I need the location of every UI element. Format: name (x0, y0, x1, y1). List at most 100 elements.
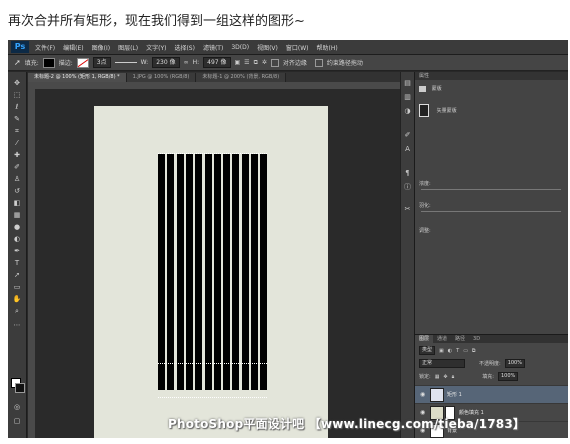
path-anchor-row (158, 397, 268, 401)
filter-type-icon[interactable]: T (456, 348, 459, 354)
tab-document-3[interactable]: 未标题-1 @ 200% (背景, RGB/8) (196, 73, 287, 82)
zoom-tool-icon[interactable]: ⌕ (12, 308, 22, 315)
rectangle-bar[interactable] (260, 154, 268, 390)
path-arrange-icon[interactable]: ⧉ (254, 59, 258, 67)
tab-document-1[interactable]: 未标题-2 @ 100% (矩形 1, RGB/8) * (28, 73, 127, 82)
history-panel-icon[interactable]: ▤ (403, 80, 412, 87)
eraser-tool-icon[interactable]: ◧ (12, 200, 22, 207)
fill-field[interactable]: 100% (497, 372, 519, 381)
path-anchor-row (158, 153, 268, 157)
rectangle-bar[interactable] (158, 154, 165, 390)
rectangle-bar[interactable] (213, 154, 221, 390)
width-field[interactable]: 230 像 (152, 57, 180, 68)
rectangle-group[interactable] (94, 106, 328, 438)
eye-icon[interactable]: ◉ (420, 391, 425, 398)
feather-slider[interactable] (421, 211, 561, 212)
quick-select-tool-icon[interactable]: ✎ (12, 116, 22, 123)
tab-paths[interactable]: 路径 (451, 335, 469, 343)
lock-all-icon[interactable]: 🔒︎ (452, 374, 455, 380)
tab-document-2[interactable]: 1.JPG @ 100% (RGB/8) (126, 73, 197, 82)
rectangle-bar[interactable] (232, 154, 240, 390)
menu-view[interactable]: 视图(V) (257, 43, 278, 52)
info-panel-icon[interactable]: ⓘ (403, 184, 412, 191)
tab-layers[interactable]: 图层 (415, 335, 434, 343)
align-edges-checkbox[interactable] (270, 58, 279, 67)
path-align-icon[interactable]: ☰ (244, 59, 249, 66)
lock-pixels-icon[interactable]: ▦ (435, 374, 440, 380)
brush-panel-icon[interactable]: ✐ (403, 132, 412, 139)
menu-type[interactable]: 文字(Y) (146, 43, 166, 52)
blend-mode-dropdown[interactable]: 正常 (419, 359, 465, 368)
path-select-tool-icon[interactable]: ➚ (12, 272, 22, 279)
menu-layer[interactable]: 图层(L) (118, 43, 138, 52)
brush-tool-icon[interactable]: ✐ (12, 164, 22, 171)
menu-edit[interactable]: 编辑(E) (63, 43, 83, 52)
tools-panel-icon[interactable]: ✂ (403, 206, 412, 213)
height-field[interactable]: 497 像 (203, 57, 231, 68)
filter-adjust-icon[interactable]: ◐ (448, 348, 452, 354)
screen-mode-icon[interactable]: ▢ (12, 418, 22, 425)
path-select-icon[interactable]: ➚ (14, 58, 21, 67)
menu-file[interactable]: 文件(F) (35, 43, 55, 52)
more-tools-icon[interactable]: ⋯ (12, 322, 22, 329)
eyedropper-tool-icon[interactable]: ⁄ (12, 140, 22, 147)
menu-image[interactable]: 图像(I) (92, 43, 110, 52)
swatches-panel-icon[interactable]: ▥ (403, 94, 412, 101)
stroke-swatch[interactable] (76, 57, 89, 68)
menu-3d[interactable]: 3D(D) (231, 44, 249, 51)
pen-tool-icon[interactable]: ✒ (12, 248, 22, 255)
rectangle-bar[interactable] (167, 154, 175, 390)
paragraph-panel-icon[interactable]: ¶ (403, 170, 412, 177)
character-panel-icon[interactable]: A (403, 146, 412, 153)
stroke-type-dropdown[interactable] (114, 62, 137, 63)
dodge-tool-icon[interactable]: ◐ (12, 236, 22, 243)
opacity-field[interactable]: 100% (504, 359, 525, 368)
menu-filter[interactable]: 滤镜(T) (203, 43, 223, 52)
filter-pixel-icon[interactable]: ▣ (439, 348, 444, 354)
vector-mask-row[interactable]: 矢量蒙版 (419, 104, 457, 117)
path-ops-icon[interactable]: ▣ (235, 59, 241, 66)
shape-tool-icon[interactable]: ▭ (12, 284, 22, 291)
ruler-horizontal (28, 82, 413, 90)
crop-tool-icon[interactable]: ⌗ (12, 128, 22, 135)
rectangle-bar[interactable] (204, 154, 212, 390)
tab-channels[interactable]: 通道 (433, 335, 451, 343)
hand-tool-icon[interactable]: ✋ (12, 296, 22, 303)
rectangle-bar[interactable] (223, 154, 231, 390)
heal-tool-icon[interactable]: ✚ (12, 152, 22, 159)
fill-swatch[interactable] (42, 57, 55, 68)
gear-icon[interactable]: ✲ (262, 59, 267, 66)
stamp-tool-icon[interactable]: ♙ (12, 176, 22, 183)
stroke-size-field[interactable]: 3点 (92, 57, 111, 68)
marquee-tool-icon[interactable]: ⬚ (12, 92, 22, 99)
tab-3d[interactable]: 3D (469, 335, 484, 343)
rectangle-bar[interactable] (241, 154, 249, 390)
rectangle-bar[interactable] (251, 154, 258, 390)
lock-position-icon[interactable]: ✥ (443, 374, 447, 380)
lasso-tool-icon[interactable]: ℓ (12, 104, 22, 111)
adjustments-panel-icon[interactable]: ◑ (403, 108, 412, 115)
menu-select[interactable]: 选择(S) (174, 43, 195, 52)
menu-window[interactable]: 窗口(W) (286, 43, 309, 52)
lock-row: 锁定: ▦ ✥ 🔒︎ 填充: 100% (419, 372, 519, 381)
layer-filter-dropdown[interactable]: 类型 (419, 346, 436, 355)
filter-smart-icon[interactable]: ⧉ (472, 348, 476, 354)
filter-shape-icon[interactable]: ▭ (463, 348, 468, 354)
layer-filter-row: 类型 ▣ ◐ T ▭ ⧉ (419, 346, 476, 355)
quick-mask-icon[interactable]: ◎ (12, 404, 22, 411)
link-icon[interactable]: ∞ (184, 59, 189, 66)
density-slider[interactable] (421, 189, 561, 190)
menu-help[interactable]: 帮助(H) (317, 43, 338, 52)
blur-tool-icon[interactable]: ● (12, 224, 22, 231)
constrain-checkbox[interactable] (314, 58, 323, 67)
move-tool-icon[interactable]: ✥ (12, 80, 22, 87)
type-tool-icon[interactable]: T (12, 260, 22, 267)
rectangle-bar[interactable] (185, 154, 193, 390)
rectangle-bar[interactable] (176, 154, 184, 390)
document-canvas[interactable] (94, 106, 328, 438)
layer-row[interactable]: ◉ 矩形 1 (415, 385, 568, 403)
history-brush-tool-icon[interactable]: ↺ (12, 188, 22, 195)
background-color-swatch[interactable] (15, 383, 25, 393)
gradient-tool-icon[interactable]: ▦ (12, 212, 22, 219)
rectangle-bar[interactable] (195, 154, 203, 390)
